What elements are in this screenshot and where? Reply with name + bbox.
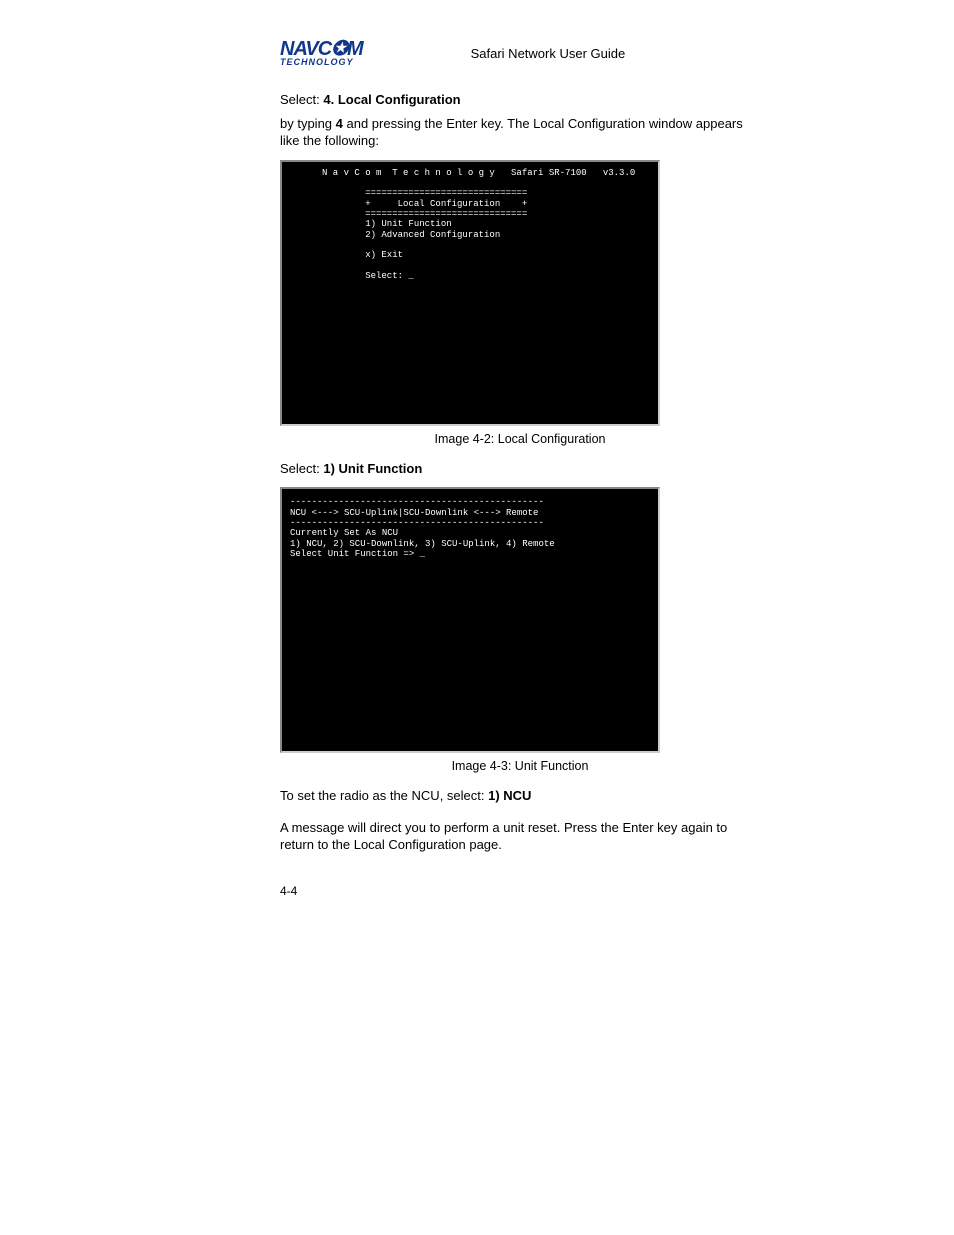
page-number: 4-4 (280, 884, 760, 898)
text-segment: To set the radio as the NCU, select: (280, 788, 488, 803)
instruction-paragraph-1: by typing 4 and pressing the Enter key. … (280, 115, 760, 150)
key-label: 4 (336, 116, 343, 131)
select-prefix: Select: (280, 92, 323, 107)
text-segment: by typing (280, 116, 336, 131)
image-caption-1: Image 4-2: Local Configuration (280, 432, 760, 446)
navcom-logo: NAVC✪M TECHNOLOGY (280, 40, 363, 67)
instruction-paragraph-2: To set the radio as the NCU, select: 1) … (280, 787, 760, 805)
terminal-screenshot-2: ----------------------------------------… (280, 487, 660, 753)
image-caption-2: Image 4-3: Unit Function (280, 759, 760, 773)
select-prefix: Select: (280, 461, 323, 476)
page-content: Select: 4. Local Configuration by typing… (80, 91, 760, 898)
terminal-screenshot-1: N a v C o m T e c h n o l o g y Safari S… (280, 160, 660, 426)
document-page: NAVC✪M TECHNOLOGY Safari Network User Gu… (0, 0, 954, 938)
select-option-ncu: 1) NCU (488, 788, 531, 803)
text-segment: and pressing the Enter key. The Local Co… (280, 116, 743, 149)
select-line-1: Select: 4. Local Configuration (280, 91, 760, 109)
select-line-2: Select: 1) Unit Function (280, 460, 760, 478)
guide-title: Safari Network User Guide (471, 46, 626, 61)
page-header: NAVC✪M TECHNOLOGY Safari Network User Gu… (80, 40, 874, 67)
select-option-4: 4. Local Configuration (323, 92, 460, 107)
logo-sub-text: TECHNOLOGY (280, 58, 363, 67)
instruction-paragraph-3: A message will direct you to perform a u… (280, 819, 760, 854)
logo-main-text: NAVC✪M (280, 40, 363, 58)
select-option-1: 1) Unit Function (323, 461, 422, 476)
